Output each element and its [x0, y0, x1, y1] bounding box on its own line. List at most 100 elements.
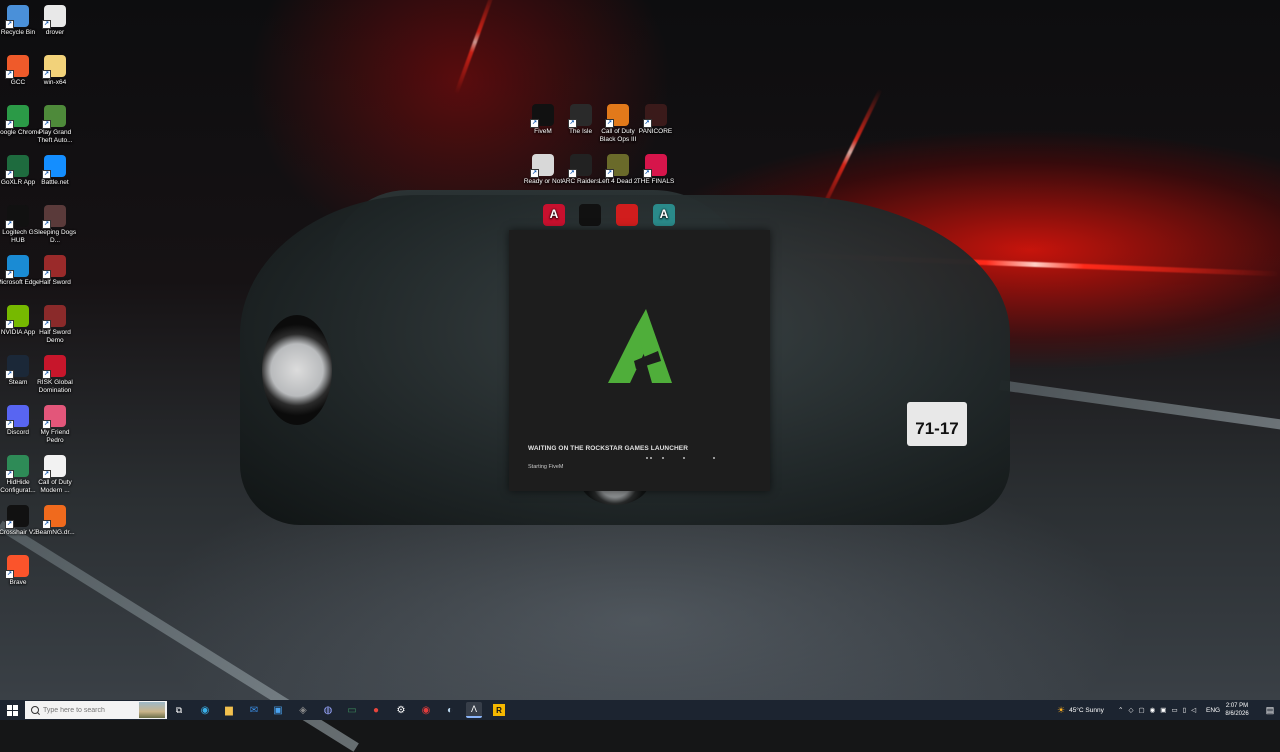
desktop-icon-label: Half Sword Demo — [39, 329, 71, 344]
shortcut-arrow-icon: ↗ — [5, 70, 14, 79]
battlenet-icon: ↗ — [42, 155, 66, 179]
system-tray-icons: ⌃ ◇ ▢ ◉ ▣ ▭ ▯ ◁ — [1118, 700, 1196, 720]
gta-icon: ↗ — [42, 105, 66, 129]
desktop-icon-sleeping-dogs[interactable]: ↗ Sleeping Dogs D... — [32, 205, 78, 244]
taskbar-app-2[interactable]: ◍ — [320, 702, 336, 718]
desktop-icon-label: drover — [45, 29, 65, 36]
shortcut-arrow-icon: ↗ — [642, 119, 652, 128]
chrome-icon: ● — [372, 704, 380, 716]
taskbar-search-box[interactable] — [25, 701, 167, 719]
game-icon: A — [653, 204, 675, 226]
desktop-icon-pedro[interactable]: ↗ My Friend Pedro — [32, 405, 78, 444]
shortcut-arrow-icon: ↗ — [42, 220, 51, 229]
game-icon — [616, 204, 638, 226]
ready-or-not-icon: ↗ — [530, 154, 554, 178]
shortcut-arrow-icon: ↗ — [42, 70, 51, 79]
desktop-icon-panicore[interactable]: ↗ PANICORE — [633, 104, 679, 136]
shortcut-arrow-icon: ↗ — [605, 169, 614, 178]
desktop-icon-unknown-3[interactable]: A — [641, 204, 687, 228]
desktop-icon-label: Sleeping Dogs D... — [33, 229, 77, 244]
crosshair-icon: ↗ — [5, 505, 29, 529]
shortcut-arrow-icon: ↗ — [530, 119, 539, 128]
start-button[interactable] — [0, 700, 24, 720]
chevron-up-icon[interactable]: ⌃ — [1118, 706, 1123, 714]
brave-icon: ↗ — [5, 555, 29, 579]
app-icon: ▭ — [347, 704, 357, 716]
fivem-icon: Λ — [470, 704, 477, 714]
desktop-icon-label: Play Grand Theft Auto... — [37, 129, 73, 144]
desktop-icon-brave[interactable]: ↗ Brave — [0, 555, 41, 587]
taskbar-file-explorer[interactable]: ▆ — [221, 702, 237, 718]
tray-app-icon[interactable]: ◉ — [1150, 706, 1156, 714]
shortcut-arrow-icon: ↗ — [5, 520, 14, 529]
desktop-icon-beamng[interactable]: ↗ BeamNG.dr... — [32, 505, 78, 537]
launcher-status-text: WAITING ON THE ROCKSTAR GAMES LAUNCHER — [528, 445, 689, 452]
edge-icon: ↗ — [5, 255, 29, 279]
beamng-icon: ↗ — [42, 505, 66, 529]
shortcut-arrow-icon: ↗ — [567, 169, 577, 178]
taskbar-chrome[interactable]: ● — [368, 702, 384, 718]
search-input[interactable] — [39, 706, 143, 714]
file-icon: ↗ — [42, 5, 66, 29]
chrome-icon: ↗ — [5, 105, 29, 129]
sleeping-dogs-icon: ↗ — [42, 205, 66, 229]
desktop-icon-gta[interactable]: ↗ Play Grand Theft Auto... — [32, 105, 78, 144]
windows-icon — [6, 704, 18, 716]
taskbar-mail[interactable]: ✉ — [246, 702, 262, 718]
arc-raiders-icon: ↗ — [567, 154, 592, 178]
shortcut-arrow-icon: ↗ — [5, 120, 14, 129]
desktop-icon-file[interactable]: ↗ drover — [32, 5, 78, 37]
app-icon: ◈ — [299, 704, 307, 716]
taskbar-app-4[interactable]: ◉ — [418, 702, 434, 718]
desktop-icon-document[interactable]: ↗ Call of Duty Modern ... — [32, 455, 78, 494]
desktop-icon-label: BeamNG.dr... — [35, 529, 75, 536]
desktop-icon-label: THE FINALS — [636, 178, 675, 185]
fivem-icon: ↗ — [530, 104, 554, 128]
desktop-icon-label: PANICORE — [638, 128, 673, 135]
desktop-icon-label: Half Sword — [39, 279, 71, 286]
panicore-icon: ↗ — [642, 104, 667, 128]
taskbar-store[interactable]: ▣ — [270, 702, 286, 718]
shortcut-arrow-icon: ↗ — [42, 270, 51, 279]
taskbar-app-3[interactable]: ▭ — [344, 702, 360, 718]
fivem-logo-icon — [608, 309, 672, 383]
steam-icon: ↗ — [5, 355, 29, 379]
network-icon[interactable]: ▭ — [1171, 706, 1177, 714]
system-clock[interactable]: 2:07 PM 8/6/2026 — [1218, 702, 1256, 718]
notification-button[interactable]: ▤ — [1262, 702, 1278, 718]
tray-app-icon[interactable]: ▢ — [1138, 706, 1144, 714]
taskbar-steam[interactable]: ◐ — [442, 702, 458, 718]
desktop-icon-battlenet[interactable]: ↗ Battle.net — [32, 155, 78, 187]
shortcut-arrow-icon: ↗ — [5, 420, 14, 429]
taskbar-rockstar[interactable]: R — [491, 702, 507, 718]
volume-icon[interactable]: ◁ — [1191, 706, 1196, 714]
desktop-icon-the-finals[interactable]: ↗ THE FINALS — [633, 154, 679, 186]
shortcut-arrow-icon: ↗ — [42, 520, 51, 529]
desktop-icon-risk[interactable]: ↗ RISK Global Domination — [32, 355, 78, 394]
app-icon: ◉ — [421, 704, 431, 716]
shortcut-arrow-icon: ↗ — [5, 220, 14, 229]
tray-app-icon[interactable]: ◇ — [1128, 706, 1133, 714]
taskbar-settings[interactable]: ⚙ — [393, 702, 409, 718]
gear-icon: ⚙ — [396, 704, 406, 716]
tray-app-icon[interactable]: ▣ — [1160, 706, 1166, 714]
fivem-launcher-window[interactable]: WAITING ON THE ROCKSTAR GAMES LAUNCHER S… — [509, 230, 770, 491]
desktop-icon-folder[interactable]: ↗ win-x64 — [32, 55, 78, 87]
task-view-icon: ⧉ — [175, 704, 183, 715]
shortcut-arrow-icon: ↗ — [642, 169, 652, 178]
weather-widget[interactable]: ☀ 45°C Sunny — [1057, 700, 1104, 720]
weather-sun-icon: ☀ — [1057, 704, 1066, 715]
taskbar-fivem[interactable]: Λ — [466, 702, 482, 718]
folder-icon: ▆ — [225, 704, 233, 716]
task-view-button[interactable]: ⧉ — [171, 702, 187, 718]
taskbar-app-1[interactable]: ◈ — [295, 702, 311, 718]
bo3-icon: ↗ — [605, 104, 629, 128]
discord-icon: ↗ — [5, 405, 29, 429]
desktop-icon-half-sword-demo[interactable]: ↗ Half Sword Demo — [32, 305, 78, 344]
rockstar-icon: R — [493, 704, 505, 716]
battery-icon[interactable]: ▯ — [1183, 706, 1187, 714]
search-highlight-image — [139, 702, 165, 718]
desktop-icon-half-sword[interactable]: ↗ Half Sword — [32, 255, 78, 287]
taskbar-edge[interactable]: ◉ — [197, 702, 213, 718]
weather-text: 45°C Sunny — [1069, 706, 1104, 714]
